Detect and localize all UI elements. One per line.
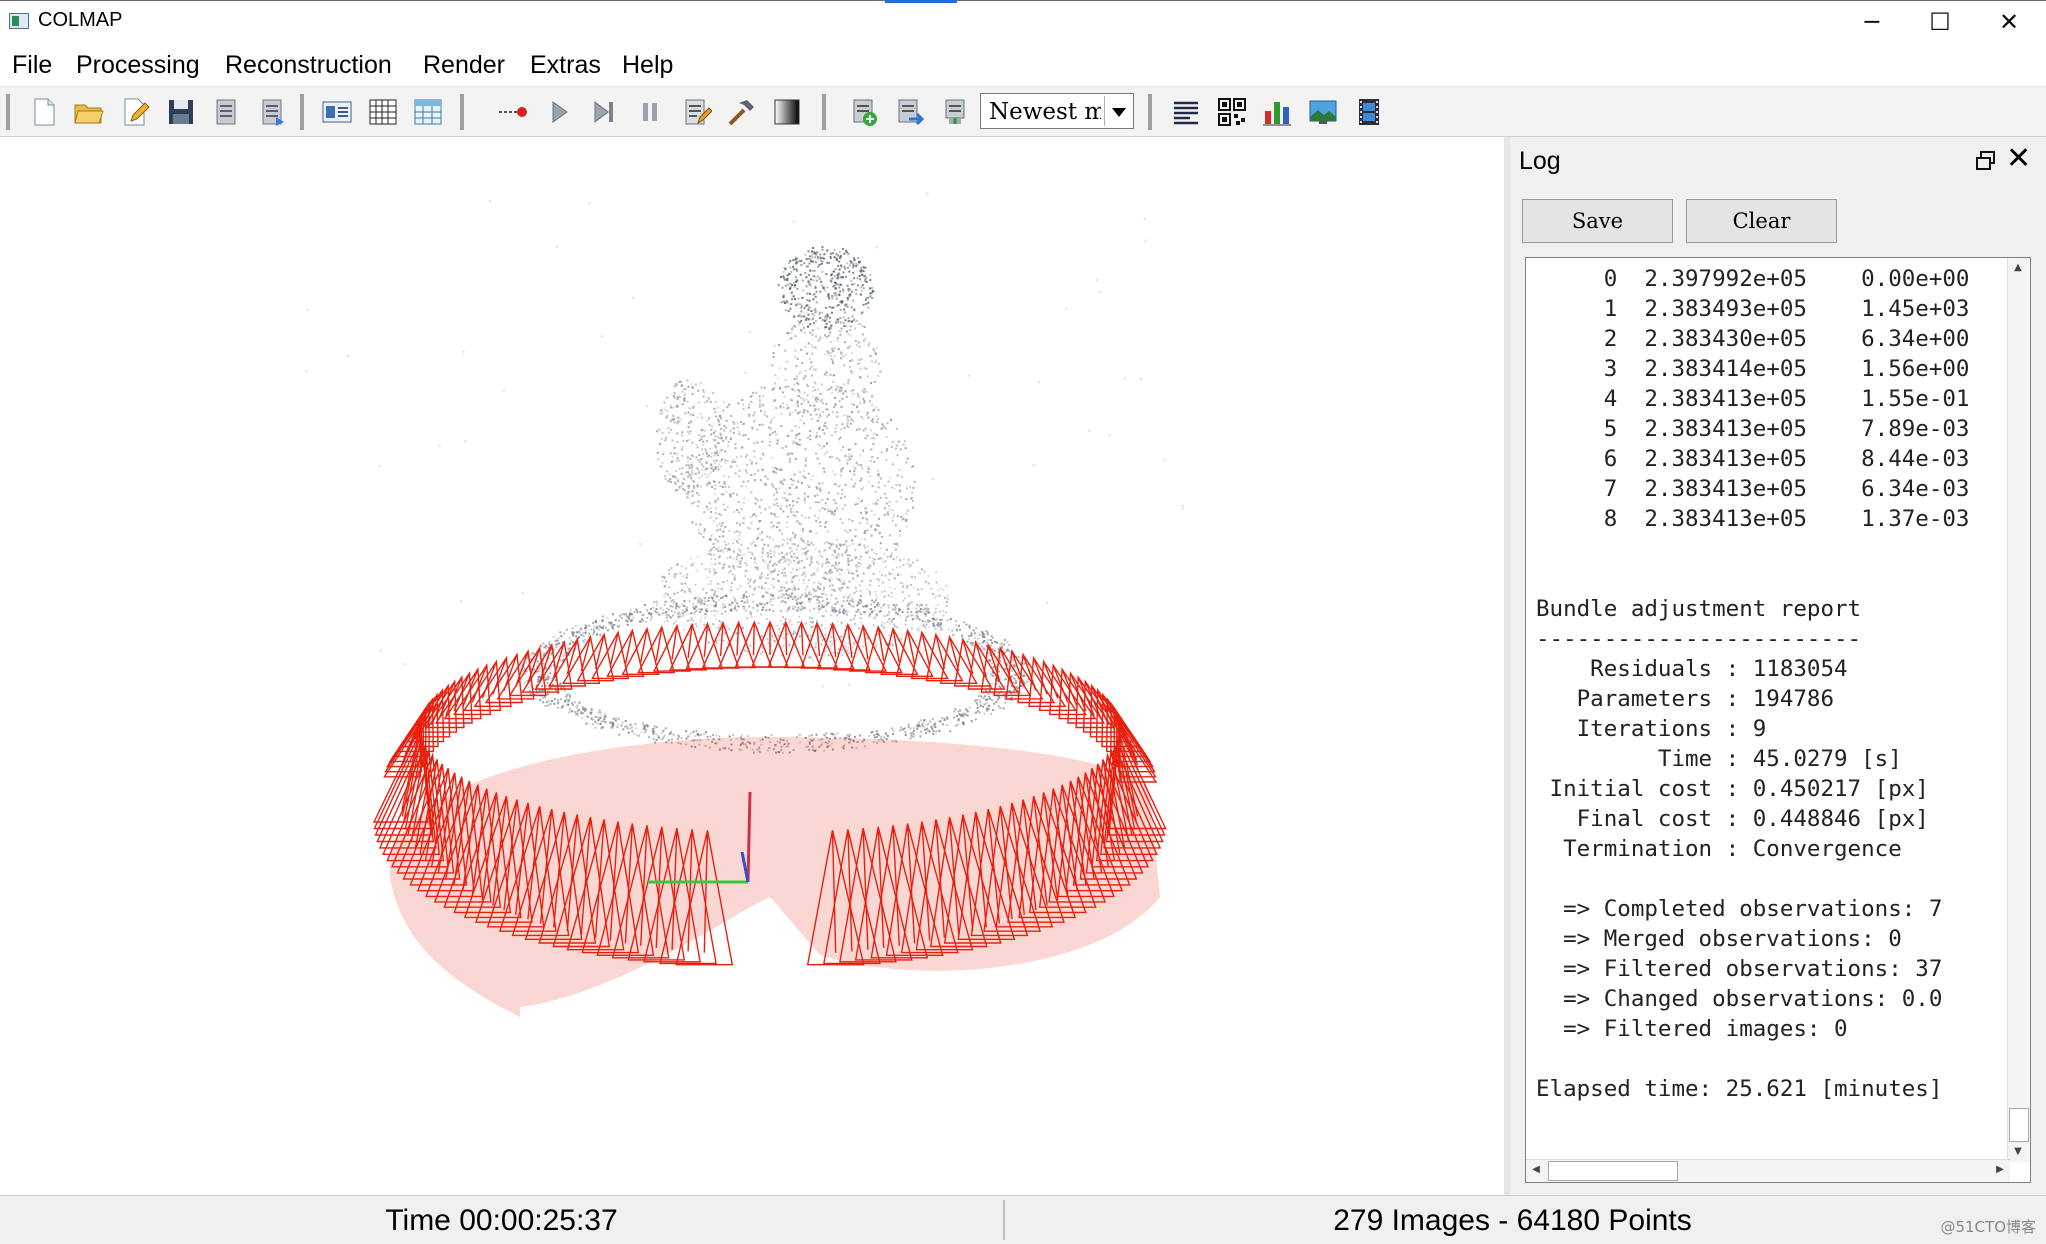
database-management-icon[interactable] — [412, 97, 444, 127]
bundle-adjustment-icon[interactable] — [725, 97, 757, 127]
float-dock-icon[interactable] — [1974, 149, 1998, 173]
log-title: Log — [1519, 147, 1561, 175]
toolbar-grip[interactable] — [822, 94, 826, 130]
title-bar: COLMAP ─ ☐ ✕ — [0, 0, 2046, 44]
menu-reconstruction[interactable]: Reconstruction — [225, 51, 392, 80]
close-dock-icon[interactable]: ✕ — [2006, 141, 2031, 176]
log-dock: Log ✕ Save Clear 0 2.397992e+05 0.00e+00… — [1510, 137, 2046, 1195]
horizontal-scroll-thumb[interactable] — [1548, 1161, 1678, 1181]
colmap-app-icon — [9, 13, 29, 29]
log-output[interactable]: 0 2.397992e+05 0.00e+00 1 2.383493e+05 1… — [1525, 257, 2031, 1183]
toolbar: Newest model — [0, 87, 2046, 137]
status-bar: Time 00:00:25:37 279 Images - 64180 Poin… — [0, 1195, 2046, 1244]
reconstruction-options-icon[interactable] — [680, 97, 712, 127]
watermark: @51CTO博客 — [1940, 1218, 2036, 1236]
toolbar-grip[interactable] — [300, 94, 304, 130]
model-select-dropdown[interactable]: Newest model — [980, 93, 1134, 129]
import-model-icon[interactable] — [210, 97, 242, 127]
export-model-icon[interactable] — [256, 97, 288, 127]
scroll-down-icon[interactable]: ▼ — [2008, 1142, 2028, 1162]
minimize-button[interactable]: ─ — [1838, 0, 1906, 44]
save-project-icon[interactable] — [165, 97, 197, 127]
vertical-scroll-thumb[interactable] — [2009, 1108, 2029, 1142]
scroll-left-icon[interactable]: ◀ — [1526, 1160, 1546, 1180]
menu-help[interactable]: Help — [622, 51, 673, 80]
reset-view-icon[interactable] — [939, 97, 971, 127]
dense-reconstruction-icon[interactable] — [771, 97, 803, 127]
start-reconstruction-icon[interactable] — [543, 97, 575, 127]
menu-extras[interactable]: Extras — [530, 51, 601, 80]
scroll-right-icon[interactable]: ▶ — [1990, 1160, 2010, 1180]
log-vertical-scrollbar[interactable]: ▲ ▼ — [2007, 258, 2030, 1162]
toolbar-grip[interactable] — [460, 94, 464, 130]
menu-processing[interactable]: Processing — [76, 51, 200, 80]
window-top-border — [0, 0, 2046, 1]
step-reconstruction-icon[interactable] — [588, 97, 620, 127]
status-time: Time 00:00:25:37 — [385, 1204, 618, 1237]
grab-image-icon[interactable] — [1307, 97, 1339, 127]
feature-extraction-icon[interactable] — [321, 97, 353, 127]
camera-band — [389, 737, 1160, 1017]
menu-file[interactable]: File — [12, 51, 52, 80]
reconstruction-viewport[interactable] — [0, 137, 1504, 1195]
window-title: COLMAP — [38, 9, 123, 31]
reconstruction-stats-chart-icon[interactable] — [1261, 97, 1293, 127]
model-select-value: Newest model — [989, 99, 1101, 125]
focus-accent — [885, 0, 957, 3]
menu-render[interactable]: Render — [423, 51, 505, 80]
match-matrix-icon[interactable] — [1216, 97, 1248, 127]
grab-movie-icon[interactable] — [1353, 97, 1385, 127]
menu-bar: File Processing Reconstruction Render Ex… — [0, 44, 2046, 87]
log-horizontal-scrollbar[interactable]: ◀ ▶ — [1526, 1159, 2010, 1182]
maximize-button[interactable]: ☐ — [1906, 0, 1974, 44]
point-cloud-scene[interactable] — [0, 137, 1504, 1195]
new-project-icon[interactable] — [28, 97, 60, 127]
pause-reconstruction-icon[interactable] — [634, 97, 666, 127]
render-options-icon[interactable] — [893, 97, 925, 127]
feature-matching-icon[interactable] — [367, 97, 399, 127]
toolbar-grip[interactable] — [1148, 94, 1152, 130]
open-project-icon[interactable] — [73, 97, 105, 127]
reconstruction-stats-icon[interactable] — [1170, 97, 1202, 127]
status-summary: 279 Images - 64180 Points — [1333, 1204, 1692, 1237]
chevron-down-icon[interactable] — [1104, 96, 1131, 126]
clear-log-button[interactable]: Clear — [1686, 199, 1837, 243]
sparse-points — [305, 192, 1184, 754]
automatic-reconstruction-icon[interactable] — [497, 97, 529, 127]
save-log-button[interactable]: Save — [1522, 199, 1673, 243]
render-toggle-icon[interactable] — [848, 97, 880, 127]
log-text: 0 2.397992e+05 0.00e+00 1 2.383493e+05 1… — [1536, 266, 1970, 1102]
close-button[interactable]: ✕ — [1975, 0, 2043, 44]
scroll-up-icon[interactable]: ▲ — [2008, 258, 2028, 278]
toolbar-grip[interactable] — [6, 94, 10, 130]
edit-project-icon[interactable] — [119, 97, 151, 127]
